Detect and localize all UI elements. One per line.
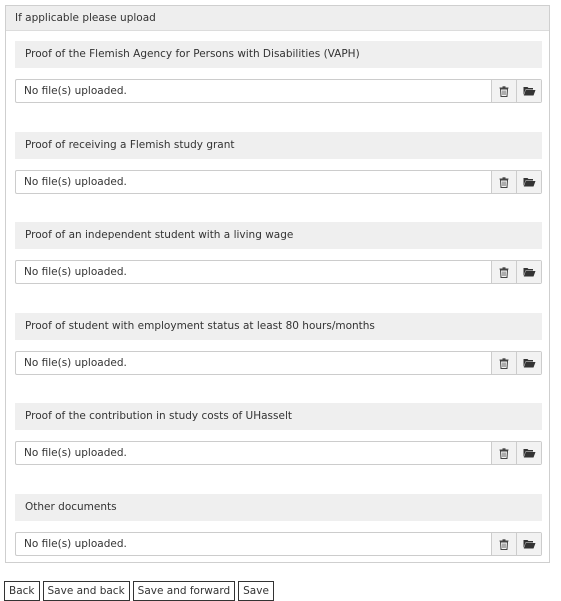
section-label: Proof of the Flemish Agency for Persons …: [15, 41, 542, 68]
file-upload-field[interactable]: No file(s) uploaded.: [15, 351, 542, 375]
upload-section-living-wage: Proof of an independent student with a l…: [15, 222, 542, 284]
browse-file-button[interactable]: [516, 261, 541, 283]
trash-icon: [499, 266, 509, 278]
browse-file-button[interactable]: [516, 442, 541, 464]
folder-open-icon: [523, 540, 535, 549]
upload-panel: If applicable please upload Proof of the…: [5, 5, 550, 563]
delete-file-button[interactable]: [491, 171, 516, 193]
section-label: Proof of the contribution in study costs…: [15, 403, 542, 430]
browse-file-button[interactable]: [516, 80, 541, 102]
folder-open-icon: [523, 449, 535, 458]
section-label: Proof of an independent student with a l…: [15, 222, 542, 249]
upload-status: No file(s) uploaded.: [24, 538, 127, 550]
upload-status: No file(s) uploaded.: [24, 266, 127, 278]
folder-open-icon: [523, 359, 535, 368]
upload-status: No file(s) uploaded.: [24, 85, 127, 97]
upload-status: No file(s) uploaded.: [24, 447, 127, 459]
section-label: Other documents: [15, 494, 542, 521]
file-upload-field[interactable]: No file(s) uploaded.: [15, 79, 542, 103]
save-and-forward-button[interactable]: Save and forward: [132, 581, 236, 601]
panel-title: If applicable please upload: [6, 6, 549, 31]
browse-file-button[interactable]: [516, 171, 541, 193]
save-button[interactable]: Save: [238, 581, 274, 601]
file-upload-field[interactable]: No file(s) uploaded.: [15, 170, 542, 194]
folder-open-icon: [523, 178, 535, 187]
delete-file-button[interactable]: [491, 80, 516, 102]
browse-file-button[interactable]: [516, 352, 541, 374]
section-label: Proof of receiving a Flemish study grant: [15, 132, 542, 159]
save-and-back-button[interactable]: Save and back: [42, 581, 130, 601]
delete-file-button[interactable]: [491, 442, 516, 464]
delete-file-button[interactable]: [491, 352, 516, 374]
trash-icon: [499, 538, 509, 550]
delete-file-button[interactable]: [491, 261, 516, 283]
browse-file-button[interactable]: [516, 533, 541, 555]
upload-section-study-costs: Proof of the contribution in study costs…: [15, 403, 542, 465]
back-button[interactable]: Back: [4, 581, 40, 601]
folder-open-icon: [523, 268, 535, 277]
upload-section-other-documents: Other documents No file(s) uploaded.: [15, 494, 542, 556]
delete-file-button[interactable]: [491, 533, 516, 555]
upload-status: No file(s) uploaded.: [24, 176, 127, 188]
upload-section-study-grant: Proof of receiving a Flemish study grant…: [15, 132, 542, 194]
form-actions: Back Save and back Save and forward Save: [4, 581, 274, 601]
trash-icon: [499, 447, 509, 459]
upload-section-employment-status: Proof of student with employment status …: [15, 313, 542, 375]
trash-icon: [499, 357, 509, 369]
file-upload-field[interactable]: No file(s) uploaded.: [15, 532, 542, 556]
trash-icon: [499, 85, 509, 97]
upload-section-vaph: Proof of the Flemish Agency for Persons …: [15, 41, 542, 103]
trash-icon: [499, 176, 509, 188]
folder-open-icon: [523, 87, 535, 96]
file-upload-field[interactable]: No file(s) uploaded.: [15, 260, 542, 284]
upload-status: No file(s) uploaded.: [24, 357, 127, 369]
file-upload-field[interactable]: No file(s) uploaded.: [15, 441, 542, 465]
section-label: Proof of student with employment status …: [15, 313, 542, 340]
